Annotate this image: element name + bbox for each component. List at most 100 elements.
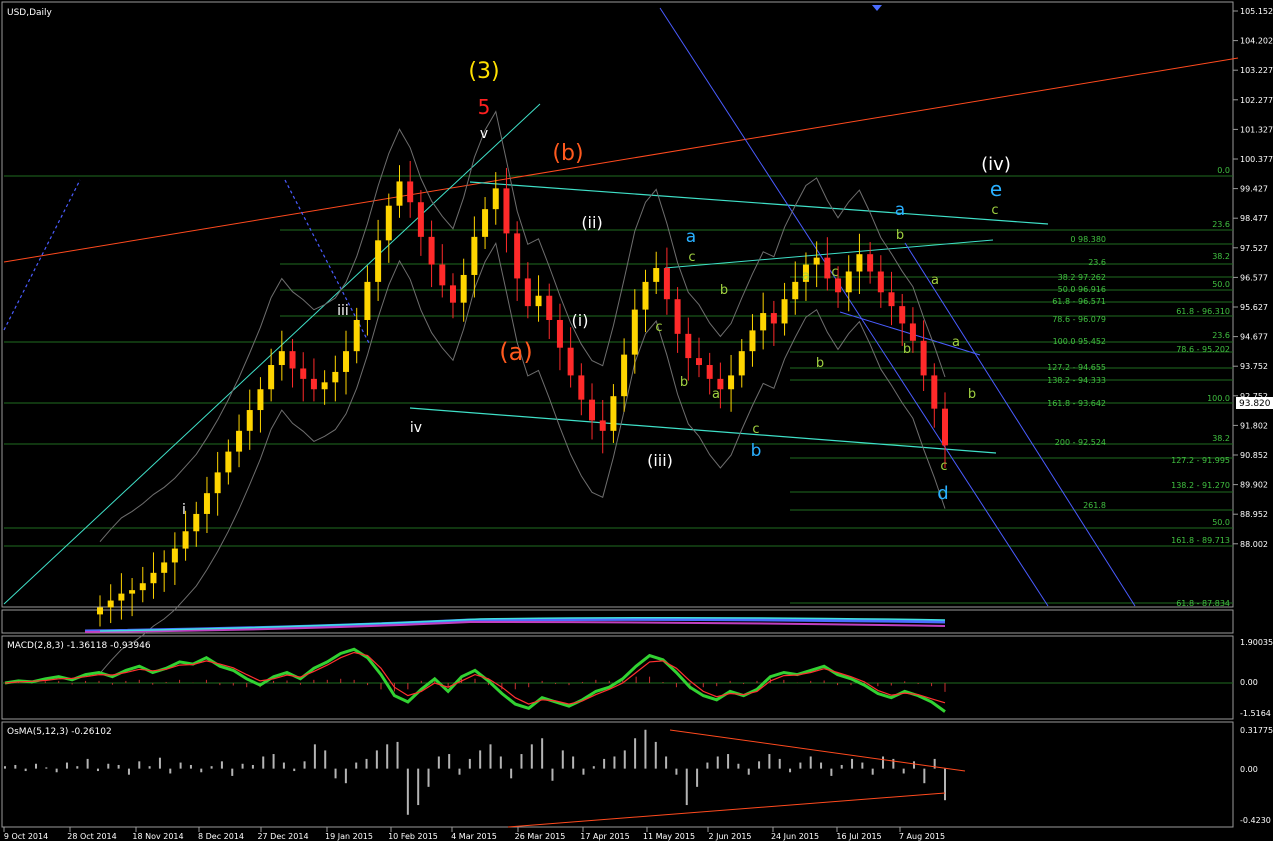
candle-body [589, 399, 596, 421]
wave-label: a [952, 335, 960, 350]
time-tick-label: 2 Jun 2015 [708, 832, 751, 841]
candle-body [471, 236, 478, 275]
price-tick-label: 89.902 [1240, 481, 1268, 490]
candle-body [728, 375, 735, 390]
wave-label: (a) [499, 338, 532, 366]
wave-label: b [968, 387, 976, 402]
fib-level-label: 38.2 [1212, 252, 1230, 261]
fib-level-label: 127.2 - 94.655 [1047, 363, 1106, 372]
candle-body [942, 408, 948, 446]
wave-label: c [688, 250, 695, 265]
wave-label: a [802, 269, 810, 284]
fib-level-label: 50.0 [1212, 280, 1230, 289]
candle-body [482, 209, 489, 237]
candle-body [225, 451, 232, 473]
fib-level-label: 138.2 - 94.333 [1047, 376, 1106, 385]
candle-body [738, 351, 745, 376]
fib-level-label: 78.6 - 95.202 [1176, 345, 1230, 354]
time-tick-label: 18 Nov 2014 [132, 832, 183, 841]
price-tick-label: 104.202 [1240, 37, 1273, 46]
candle-body [642, 281, 649, 310]
fib-level-label: 50.0 [1212, 518, 1230, 527]
main-price-pane[interactable] [1, 1, 1234, 608]
osma-label: OsMA(5,12,3) -0.26102 [7, 727, 112, 737]
candle-body [193, 513, 200, 532]
candle-body [749, 330, 756, 352]
candle-body [129, 590, 136, 594]
wave-label: v [480, 126, 488, 142]
wave-label: b [816, 356, 824, 371]
candle-body [407, 181, 414, 203]
candle-body [760, 313, 767, 331]
price-tick-label: 100.377 [1240, 155, 1273, 164]
wave-label: (i) [572, 311, 589, 330]
candle-body [257, 389, 264, 411]
wave-label: a [931, 273, 939, 288]
candle-body [139, 583, 146, 591]
candle-body [246, 410, 253, 431]
wave-label: b [896, 228, 904, 243]
price-tick-label: 97.527 [1240, 244, 1268, 253]
price-tick-label: 88.952 [1240, 510, 1268, 519]
fib-level-label: 61.8 - 87.834 [1176, 599, 1230, 608]
wave-label: b [903, 342, 911, 357]
wave-label: a [686, 227, 696, 247]
candle-body [449, 285, 456, 303]
price-tick-label: 93.752 [1240, 362, 1268, 371]
time-tick-label: 28 Oct 2014 [67, 832, 116, 841]
time-tick-label: 4 Mar 2015 [451, 832, 497, 841]
candle-body [150, 572, 157, 584]
candle-body [931, 375, 938, 409]
candle-body [524, 278, 531, 307]
osma-pane[interactable] [1, 721, 1234, 828]
candle-body [835, 278, 842, 293]
time-tick-label: 9 Oct 2014 [4, 832, 48, 841]
macd-tick-label: 0.00 [1240, 678, 1258, 687]
price-tick-label: 103.227 [1240, 66, 1273, 75]
candle-body [310, 378, 317, 390]
price-tick-label: 91.802 [1240, 421, 1268, 430]
wave-label: iv [410, 420, 422, 436]
wave-label: (3) [468, 59, 499, 84]
fib-level-label: 78.6 - 96.079 [1052, 315, 1106, 324]
candle-body [706, 365, 713, 379]
fib-level-label: 50.0 96.916 [1058, 285, 1106, 294]
fib-level-label: 0.0 [1217, 166, 1230, 175]
candle-body [214, 472, 221, 494]
wave-label: c [752, 422, 759, 437]
price-axis: 105.152 104.202 103.227 102.277 101.327 100.3… [1233, 7, 1273, 549]
candle-body [599, 420, 606, 431]
fib-level-label: 0 98.380 [1070, 235, 1106, 244]
wave-label: d [937, 483, 948, 504]
price-tick-label: 101.327 [1240, 125, 1273, 134]
wave-label: c [940, 459, 947, 474]
forex-chart-window[interactable]: 0.023.60 98.38038.223.638.2 97.26250.050… [0, 0, 1273, 841]
candle-body [770, 313, 777, 324]
wave-label: i [182, 502, 186, 518]
candle-body [428, 236, 435, 265]
candle-body [695, 358, 702, 366]
candle-body [685, 333, 692, 359]
candle-body [289, 351, 296, 369]
fib-level-label: 138.2 - 91.270 [1171, 481, 1230, 490]
macd-label: MACD(2,8,3) -1.36118 -0.93946 [7, 641, 151, 651]
candle-body [417, 202, 424, 237]
wave-label: a [895, 200, 905, 220]
wave-label: c [991, 203, 998, 218]
candle-body [631, 309, 638, 355]
osma-tick-label: -0.4230 [1240, 816, 1271, 825]
macd-pane[interactable] [1, 635, 1234, 720]
time-tick-label: 17 Apr 2015 [580, 832, 629, 841]
fib-level-label: 61.8 - 96.571 [1052, 297, 1106, 306]
price-tick-label: 94.677 [1240, 333, 1268, 342]
candle-body [268, 365, 275, 390]
candle-body [182, 531, 189, 549]
osma-tick-label: 0.00 [1240, 765, 1258, 774]
fib-level-label: 200 - 92.524 [1055, 438, 1106, 447]
candle-body [813, 257, 820, 265]
candle-body [888, 292, 895, 307]
candle-body [321, 382, 328, 390]
fib-level-label: 127.2 - 91.995 [1171, 456, 1230, 465]
candle-body [877, 271, 884, 293]
candle-body [899, 306, 906, 324]
